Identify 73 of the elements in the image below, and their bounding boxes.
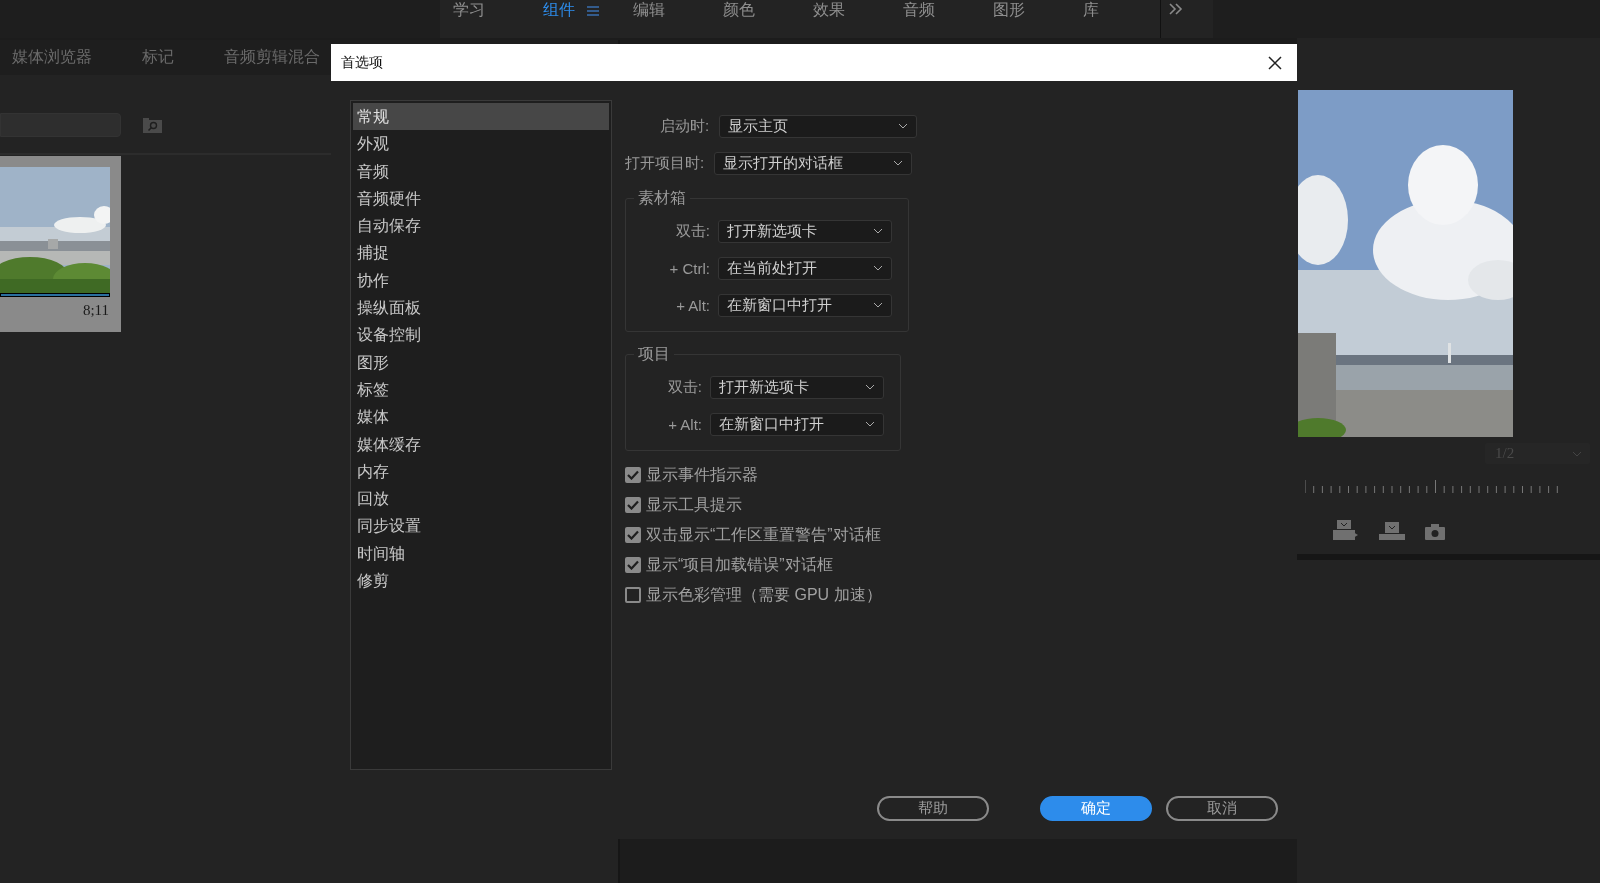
chevron-icon xyxy=(873,265,883,271)
category-item[interactable]: 同步设置 xyxy=(353,512,609,540)
workspace-tab[interactable]: 颜色 xyxy=(710,0,800,38)
category-item[interactable]: 音频 xyxy=(353,157,609,185)
category-item[interactable]: 自动保存 xyxy=(353,212,609,240)
dropdown[interactable]: 打开新选项卡 xyxy=(718,219,892,243)
clip-thumbnail[interactable]: 8;11 xyxy=(0,156,121,332)
dialog-button[interactable]: 帮助 xyxy=(877,796,989,821)
category-item[interactable]: 音频硬件 xyxy=(353,184,609,213)
dialog-title: 首选项 xyxy=(341,53,383,72)
dropdown[interactable]: 在当前处打开 xyxy=(718,256,892,280)
category-item[interactable]: 常规 xyxy=(353,103,609,131)
chevron-icon xyxy=(873,228,883,234)
chevron-icon xyxy=(865,384,875,390)
scrub-bar[interactable] xyxy=(0,293,110,297)
chevron-icon xyxy=(873,302,883,308)
camera-icon[interactable] xyxy=(1425,524,1445,540)
checkbox[interactable] xyxy=(625,497,641,513)
workspace-tab[interactable]: 学习 xyxy=(440,0,530,38)
group-title: 素材箱 xyxy=(634,188,690,209)
checkbox[interactable] xyxy=(625,467,641,483)
checkbox-label: 显示“项目加载错误”对话框 xyxy=(646,554,833,575)
workspace-tab[interactable]: 编辑 xyxy=(620,0,710,38)
dropdown[interactable]: 打开新选项卡 xyxy=(710,375,884,399)
clip-duration: 8;11 xyxy=(82,302,109,319)
workspace-tab[interactable]: 音频 xyxy=(890,0,980,38)
checkbox-label: 双击显示“工作区重置警告”对话框 xyxy=(646,524,881,545)
checkbox[interactable] xyxy=(625,527,641,543)
setting-label: + Alt: xyxy=(676,296,710,314)
category-item[interactable]: 协作 xyxy=(353,266,609,295)
setting-label: 双击: xyxy=(667,377,702,397)
dropdown[interactable]: 显示主页 xyxy=(719,114,918,138)
checkbox[interactable] xyxy=(625,587,641,603)
checkbox[interactable] xyxy=(625,557,641,573)
category-item[interactable]: 回放 xyxy=(353,485,609,513)
dropdown[interactable]: 显示打开的对话框 xyxy=(714,151,913,175)
checkbox-label: 显示色彩管理（需要 GPU 加速） xyxy=(646,584,882,605)
double-chevron-icon[interactable] xyxy=(1169,3,1183,15)
checkbox-label: 显示事件指示器 xyxy=(646,464,758,485)
workspace-tab[interactable]: 库 xyxy=(1070,0,1160,38)
dropdown[interactable]: 在新窗口中打开 xyxy=(718,293,892,317)
category-item[interactable]: 外观 xyxy=(353,130,609,158)
category-item[interactable]: 媒体 xyxy=(353,403,609,431)
category-item[interactable]: 标签 xyxy=(353,375,609,404)
category-item[interactable]: 图形 xyxy=(353,348,609,376)
category-item[interactable]: 设备控制 xyxy=(353,321,609,349)
chevron-icon xyxy=(893,160,904,166)
dialog-button[interactable]: 取消 xyxy=(1166,796,1278,821)
category-item[interactable]: 时间轴 xyxy=(353,539,609,568)
workspace-tab[interactable]: 效果 xyxy=(800,0,890,38)
close-icon[interactable] xyxy=(1268,55,1282,70)
category-item[interactable]: 捕捉 xyxy=(353,239,609,267)
chevron-icon xyxy=(865,421,875,427)
category-item[interactable]: 内存 xyxy=(353,457,609,486)
checkbox-label: 显示工具提示 xyxy=(646,494,742,515)
setting-label: + Alt: xyxy=(668,415,702,433)
category-item[interactable]: 媒体缓存 xyxy=(353,430,609,458)
workspace-tab[interactable]: 组件 xyxy=(530,0,620,38)
menu-icon[interactable] xyxy=(587,6,599,16)
insert-frame-icon[interactable] xyxy=(1333,520,1359,540)
setting-label: 启动时: xyxy=(660,116,710,136)
workspace-tab[interactable]: 图形 xyxy=(980,0,1070,38)
dropdown[interactable]: 在新窗口中打开 xyxy=(710,412,884,436)
setting-label: 打开项目时: xyxy=(625,153,705,173)
category-item[interactable]: 操纵面板 xyxy=(353,294,609,322)
setting-label: + Ctrl: xyxy=(669,259,710,277)
export-frame-icon[interactable] xyxy=(1379,522,1405,540)
folder-search-icon[interactable] xyxy=(143,117,163,133)
setting-label: 双击: xyxy=(675,221,710,241)
category-item[interactable]: 修剪 xyxy=(353,567,609,595)
group-title: 项目 xyxy=(634,344,674,365)
chevron-icon xyxy=(898,123,909,129)
chevron-icon xyxy=(1572,450,1582,457)
